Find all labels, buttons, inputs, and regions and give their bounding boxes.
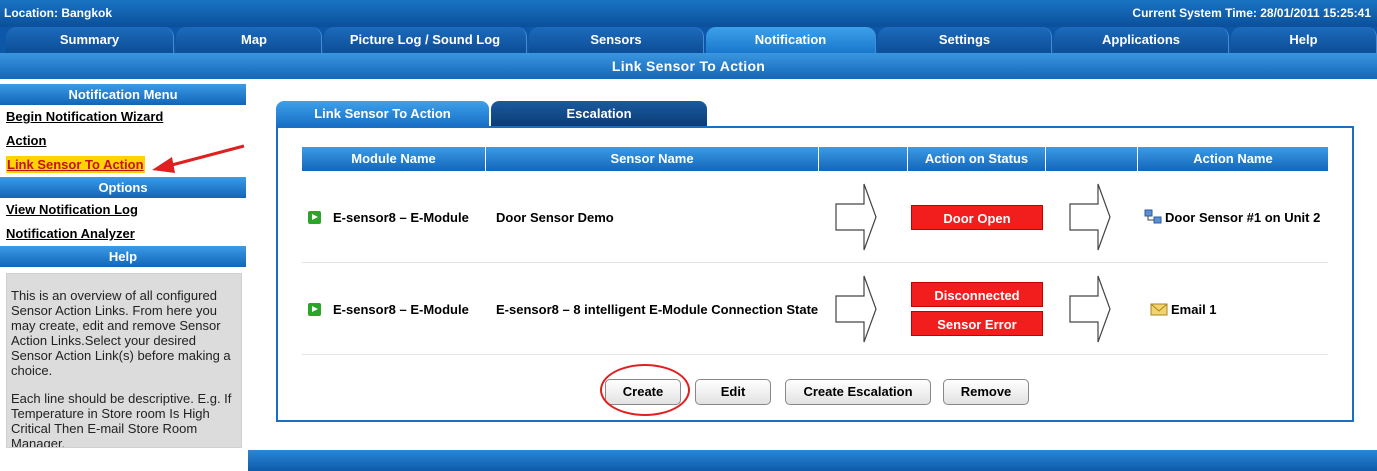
sidebar-item-begin-wizard[interactable]: Begin Notification Wizard bbox=[0, 105, 246, 129]
sidebar-item-view-log[interactable]: View Notification Log bbox=[0, 198, 246, 222]
sidebar: Notification Menu Begin Notification Wiz… bbox=[0, 84, 246, 448]
annotation-circle bbox=[600, 364, 690, 416]
column-header bbox=[1046, 147, 1138, 171]
create-escalation-button[interactable]: Create Escalation bbox=[785, 379, 931, 405]
help-paragraph: This is an overview of all configured Se… bbox=[11, 288, 231, 378]
status-cell: Door Open bbox=[911, 171, 1045, 263]
tab-escalation[interactable]: Escalation bbox=[491, 101, 707, 126]
play-icon bbox=[308, 302, 321, 316]
status-badge: Disconnected bbox=[911, 282, 1043, 307]
column-header: Action on Status bbox=[908, 147, 1046, 171]
page-title: Link Sensor To Action bbox=[0, 53, 1377, 79]
main-nav: Summary Map Picture Log / Sound Log Sens… bbox=[0, 27, 1377, 53]
module-cell: E-sensor8 – E-Module bbox=[308, 263, 486, 355]
network-icon bbox=[1144, 209, 1162, 224]
tab-summary[interactable]: Summary bbox=[6, 27, 174, 53]
arrow-icon bbox=[834, 171, 894, 263]
module-name: E-sensor8 – E-Module bbox=[333, 301, 469, 317]
email-icon bbox=[1150, 303, 1168, 316]
notification-menu-heading: Notification Menu bbox=[0, 84, 246, 105]
status-badge: Sensor Error bbox=[911, 311, 1043, 336]
tab-help[interactable]: Help bbox=[1231, 27, 1377, 53]
system-time: Current System Time: 28/01/2011 15:25:41 bbox=[1132, 6, 1371, 20]
tab-applications[interactable]: Applications bbox=[1054, 27, 1229, 53]
column-header: Sensor Name bbox=[486, 147, 819, 171]
play-icon bbox=[308, 210, 321, 224]
location-label: Location: Bangkok bbox=[4, 6, 113, 20]
tab-link-sensor-to-action[interactable]: Link Sensor To Action bbox=[276, 101, 489, 126]
action-name: Door Sensor #1 on Unit 2 bbox=[1165, 209, 1321, 225]
edit-button[interactable]: Edit bbox=[695, 379, 771, 405]
tab-sensors[interactable]: Sensors bbox=[529, 27, 704, 53]
arrow-icon bbox=[1068, 263, 1128, 355]
remove-button[interactable]: Remove bbox=[943, 379, 1029, 405]
help-heading: Help bbox=[0, 246, 246, 267]
help-text-box: This is an overview of all configured Se… bbox=[6, 273, 242, 448]
annotation-arrow-icon bbox=[152, 144, 245, 173]
tab-map[interactable]: Map bbox=[176, 27, 322, 53]
tab-settings[interactable]: Settings bbox=[878, 27, 1052, 53]
module-name: E-sensor8 – E-Module bbox=[333, 209, 469, 225]
top-bar: Location: Bangkok Current System Time: 2… bbox=[0, 0, 1377, 27]
arrow-icon bbox=[1068, 171, 1128, 263]
sensor-action-table: Module Name Sensor Name Action on Status… bbox=[302, 147, 1328, 355]
sidebar-item-analyzer[interactable]: Notification Analyzer bbox=[0, 222, 246, 246]
arrow-icon bbox=[834, 263, 894, 355]
action-name: Email 1 bbox=[1171, 301, 1217, 317]
options-heading: Options bbox=[0, 177, 246, 198]
table-header: Module Name Sensor Name Action on Status… bbox=[302, 147, 1328, 171]
status-badge: Door Open bbox=[911, 204, 1043, 230]
tab-notification[interactable]: Notification bbox=[706, 27, 876, 53]
status-cell: Disconnected Sensor Error bbox=[911, 263, 1045, 355]
action-cell: Email 1 bbox=[1150, 263, 1328, 355]
column-header: Module Name bbox=[302, 147, 486, 171]
column-header: Action Name bbox=[1193, 151, 1273, 166]
content-panel: Module Name Sensor Name Action on Status… bbox=[276, 126, 1354, 422]
help-paragraph: Each line should be descriptive. E.g. If… bbox=[11, 391, 232, 448]
sidebar-item-label: Link Sensor To Action bbox=[6, 156, 145, 173]
module-cell: E-sensor8 – E-Module bbox=[308, 171, 486, 263]
column-header bbox=[819, 147, 908, 171]
table-row[interactable]: E-sensor8 – E-Module Door Sensor Demo Do… bbox=[302, 171, 1328, 263]
sensor-name: E-sensor8 – 8 intelligent E-Module Conne… bbox=[496, 301, 819, 317]
sensor-name: Door Sensor Demo bbox=[496, 209, 614, 225]
footer-bar bbox=[248, 450, 1377, 471]
table-row[interactable]: E-sensor8 – E-Module E-sensor8 – 8 intel… bbox=[302, 263, 1328, 355]
tab-picture-log[interactable]: Picture Log / Sound Log bbox=[324, 27, 527, 53]
action-cell: Door Sensor #1 on Unit 2 bbox=[1144, 171, 1328, 263]
